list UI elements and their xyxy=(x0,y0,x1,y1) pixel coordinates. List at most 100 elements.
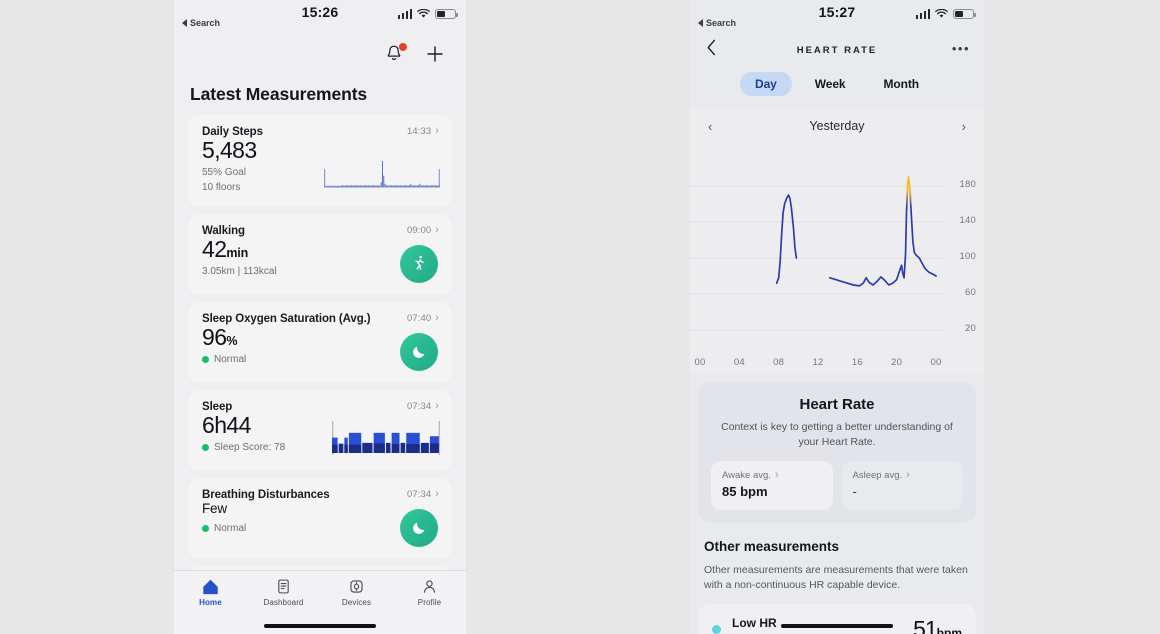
bottom-tab-bar: Home Dashboard Devices Profile xyxy=(174,570,466,634)
status-bar-left: Search 15:26 xyxy=(174,0,466,34)
card-value-unit: % xyxy=(226,333,238,348)
card-title: Walking xyxy=(202,224,245,237)
prev-day-button[interactable]: ‹ xyxy=(708,119,712,134)
cellular-bars-icon xyxy=(915,9,930,19)
period-segmented-control: Day Week Month xyxy=(690,66,984,110)
cellular-bars-icon xyxy=(397,9,412,19)
status-dot-icon xyxy=(202,525,209,532)
segment-day[interactable]: Day xyxy=(740,72,792,96)
other-measurements-heading: Other measurements xyxy=(704,538,840,554)
status-dot-icon xyxy=(202,443,209,451)
back-triangle-icon xyxy=(182,19,187,27)
chevron-right-icon: › xyxy=(435,125,439,137)
tab-home[interactable]: Home xyxy=(174,578,247,607)
awake-average-box[interactable]: Awake avg. › 85 bpm xyxy=(711,460,833,510)
chevron-right-icon: › xyxy=(774,468,779,481)
card-timestamp: 07:34 › xyxy=(406,400,439,412)
tab-label: Dashboard xyxy=(263,598,304,607)
card-timestamp: 07:34 › xyxy=(407,487,439,500)
chevron-right-icon: › xyxy=(435,487,439,500)
more-dots-icon[interactable]: ••• xyxy=(952,42,970,55)
chevron-right-icon: › xyxy=(435,223,439,236)
card-sleep[interactable]: 07:34 › Sleep 6h44 Sleep Score: 78 xyxy=(188,389,452,471)
card-value-number: 42 xyxy=(202,235,227,262)
card-value-text: Few xyxy=(202,500,227,516)
wifi-icon xyxy=(935,9,948,18)
card-daily-steps[interactable]: 14:33 › Daily Steps 5,483 55% Goal 10 fl… xyxy=(188,115,452,207)
battery-icon xyxy=(953,9,976,19)
averages-row: Awake avg. › 85 bpm Asleep avg. › - xyxy=(711,460,963,510)
tab-label: Profile xyxy=(417,598,442,607)
card-time-label: 09:00 xyxy=(406,224,432,236)
card-walking[interactable]: 09:00 › Walking 42min 3.05km | 113kcal xyxy=(188,213,452,295)
measurement-row-low-hr[interactable]: Low HR 13:46 · ScanWatch 51bpm xyxy=(698,604,976,634)
card-title: Breathing Disturbances xyxy=(202,488,330,501)
asleep-average-value: - xyxy=(852,483,857,499)
next-day-button[interactable]: › xyxy=(962,119,966,134)
steps-sparkline xyxy=(324,155,440,196)
chart-x-tick: 00 xyxy=(930,357,942,368)
measurement-value: 51bpm xyxy=(913,616,962,634)
status-back-to-search[interactable]: Search xyxy=(182,18,220,28)
tab-dashboard[interactable]: Dashboard xyxy=(247,578,320,607)
card-time-label: 07:34 xyxy=(406,400,432,412)
asleep-average-label-row: Asleep avg. › xyxy=(853,468,953,481)
back-button[interactable] xyxy=(706,39,717,61)
status-back-to-search[interactable]: Search xyxy=(698,18,736,28)
card-timestamp: 14:33 › xyxy=(406,125,439,138)
notification-badge-dot xyxy=(399,43,407,51)
card-time-label: 14:33 xyxy=(406,126,432,137)
card-value-number: 96 xyxy=(202,323,227,350)
status-label: Normal xyxy=(214,522,247,534)
awake-average-label: Awake avg. xyxy=(722,469,771,481)
moon-badge-icon xyxy=(400,508,438,547)
moon-badge-icon xyxy=(400,332,438,371)
chevron-left-icon xyxy=(707,39,716,56)
home-icon xyxy=(203,579,218,595)
home-indicator-bar xyxy=(264,624,376,628)
status-bar-right: Search 15:27 xyxy=(690,0,984,34)
tab-profile[interactable]: Profile xyxy=(393,578,466,607)
status-time: 15:27 xyxy=(818,4,856,20)
battery-icon xyxy=(435,9,458,19)
status-label: Sleep Score: 78 xyxy=(214,441,286,453)
status-indicators xyxy=(397,9,458,19)
chart-y-tick: 60 xyxy=(965,287,976,298)
card-sleep-oxygen-saturation[interactable]: 07:40 › Sleep Oxygen Saturation (Avg.) 9… xyxy=(188,301,452,383)
card-value-unit: min xyxy=(226,245,249,260)
status-back-label: Search xyxy=(190,18,221,28)
awake-average-label-row: Awake avg. › xyxy=(722,468,822,481)
card-timestamp: 09:00 › xyxy=(406,223,439,236)
card-value-number: 5,483 xyxy=(202,137,257,163)
card-title: Sleep Oxygen Saturation (Avg.) xyxy=(202,312,371,325)
chart-x-tick: 04 xyxy=(733,357,745,368)
asleep-average-box[interactable]: Asleep avg. › - xyxy=(841,460,963,510)
chevron-right-icon: › xyxy=(435,311,439,324)
measurement-card-list: 14:33 › Daily Steps 5,483 55% Goal 10 fl… xyxy=(174,115,466,634)
card-time-label: 07:40 xyxy=(406,312,432,324)
add-plus-icon[interactable] xyxy=(424,43,448,67)
card-value-number: 6h44 xyxy=(202,411,251,438)
tab-label: Home xyxy=(199,598,222,607)
devices-watch-icon xyxy=(350,580,363,593)
notifications-bell-icon[interactable] xyxy=(384,43,408,67)
segment-week[interactable]: Week xyxy=(800,72,861,96)
back-triangle-icon xyxy=(698,19,703,27)
tab-label: Devices xyxy=(341,598,372,607)
chart-y-tick: 180 xyxy=(959,179,976,190)
card-breathing-disturbances[interactable]: 07:34 › Breathing Disturbances Few Norma… xyxy=(188,477,452,559)
sleep-stage-chart xyxy=(332,420,440,460)
chevron-right-icon: › xyxy=(906,468,910,481)
screenshot-stage: Search 15:26 Latest Measurements 14:33 ›… xyxy=(0,0,1160,634)
chart-x-tick: 00 xyxy=(694,357,706,368)
nav-title: HEART RATE xyxy=(796,44,878,56)
chart-y-tick: 20 xyxy=(965,323,976,334)
heart-rate-chart[interactable]: 180 140 100 60 20 00 04 08 12 16 20 00 xyxy=(690,142,984,374)
status-indicators xyxy=(915,9,976,19)
measurement-value-number: 51 xyxy=(913,616,938,634)
tab-devices[interactable]: Devices xyxy=(320,578,393,607)
segment-month[interactable]: Month xyxy=(868,72,933,96)
other-measurements-paragraph: Other measurements are measurements that… xyxy=(704,563,968,592)
page-title: Latest Measurements xyxy=(190,84,368,104)
home-indicator-bar xyxy=(781,624,893,628)
